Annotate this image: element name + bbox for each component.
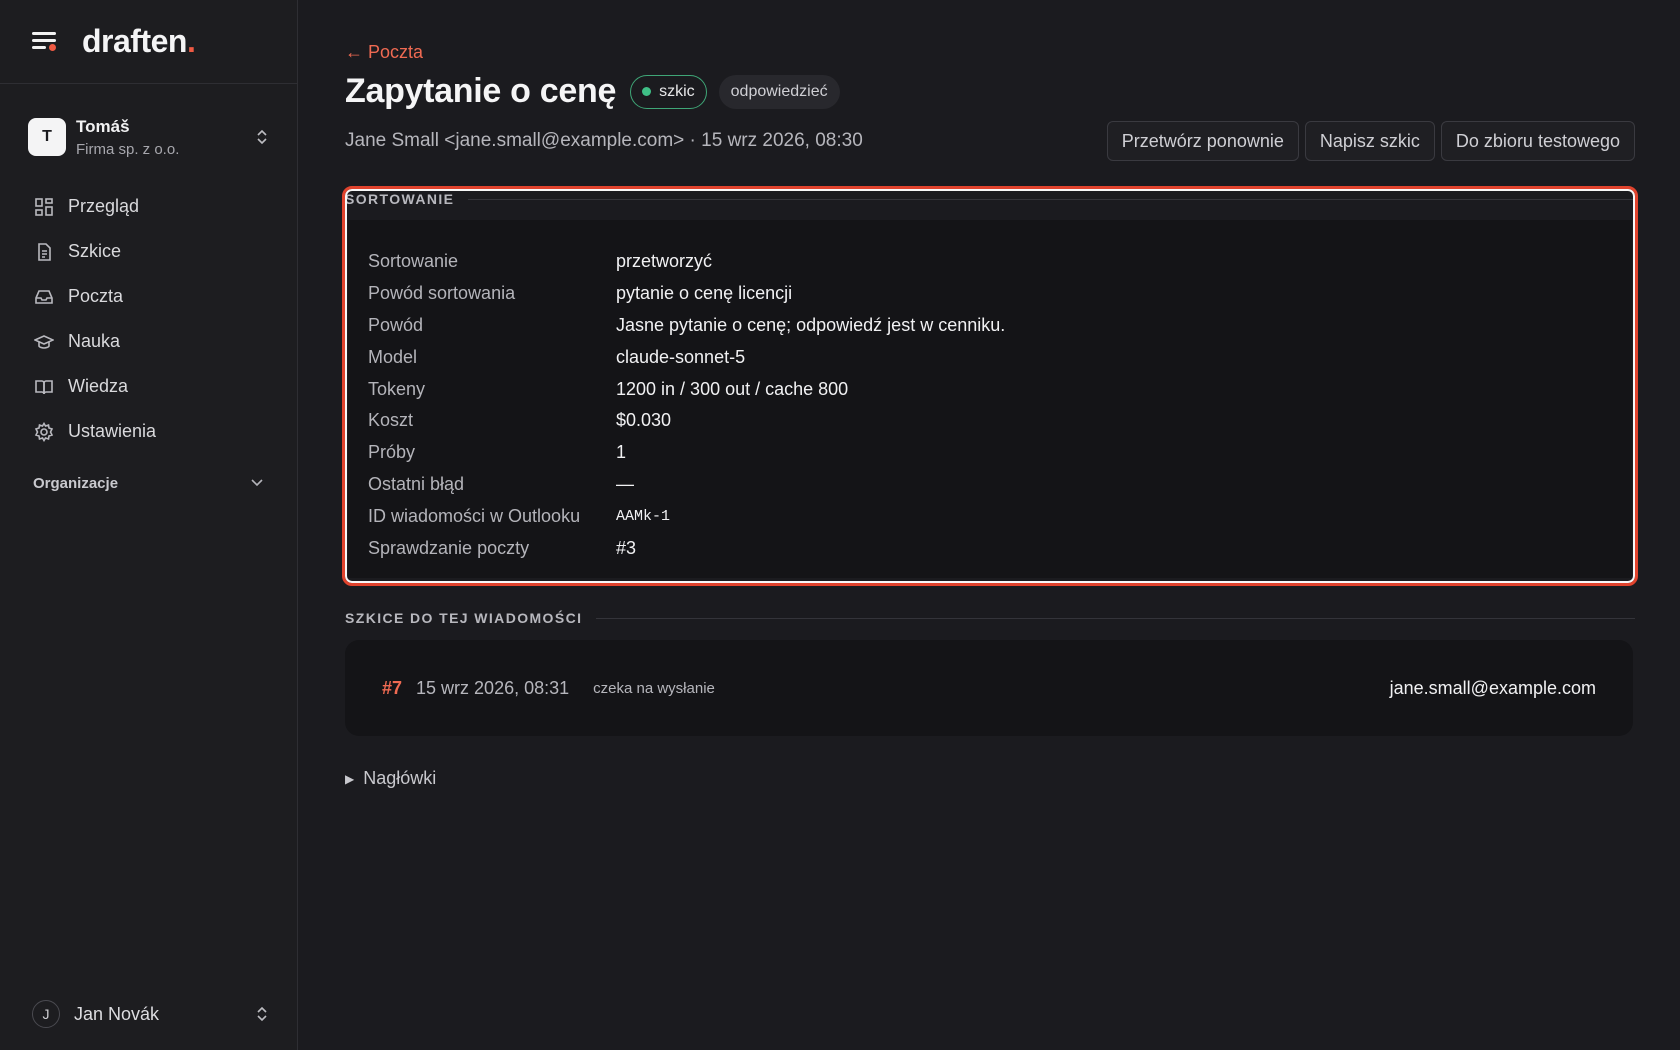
draft-status: czeka na wysłanie	[593, 679, 715, 697]
status-badge: szkic	[630, 74, 707, 109]
triangle-right-icon: ▶	[345, 771, 355, 786]
sidebar-nav: Przegląd Szkice Poczta Nauka Wiedza Usta…	[0, 184, 297, 454]
status-dot-icon	[642, 87, 652, 96]
sidebar: draften. T Tomáš Firma sp. z o.o. Przegl…	[0, 0, 298, 1050]
graduation-cap-icon	[34, 334, 54, 349]
sidebar-item-szkice[interactable]: Szkice	[0, 229, 297, 274]
sidebar-item-label: Szkice	[68, 241, 122, 261]
type-badge: odpowiedzieć	[718, 74, 840, 109]
highlight-outline	[342, 186, 1638, 586]
chevron-updown-icon	[257, 1006, 267, 1022]
user-name: Jan Novák	[74, 1003, 160, 1024]
org-switcher[interactable]: T Tomáš Firma sp. z o.o.	[0, 106, 297, 168]
back-link[interactable]: ← Poczta	[345, 42, 423, 63]
sidebar-item-label: Przegląd	[68, 196, 140, 216]
chevron-updown-icon	[257, 129, 267, 145]
sidebar-item-nauka[interactable]: Nauka	[0, 319, 297, 364]
title-row: Zapytanie o cenę szkic odpowiedzieć	[345, 72, 840, 111]
chevron-down-icon	[251, 479, 263, 487]
sidebar-item-ustawienia[interactable]: Ustawienia	[0, 409, 297, 454]
sidebar-item-wiedza[interactable]: Wiedza	[0, 364, 297, 409]
sidebar-item-przeglad[interactable]: Przegląd	[0, 184, 297, 229]
draft-recipient: jane.small@example.com	[1389, 677, 1596, 698]
book-icon	[35, 379, 53, 394]
draft-number[interactable]: #7	[382, 678, 402, 699]
draft-card[interactable]: #7 15 wrz 2026, 08:31 czeka na wysłanie …	[345, 640, 1633, 736]
user-menu[interactable]: J Jan Novák	[32, 1000, 269, 1028]
sidebar-item-label: Wiedza	[68, 376, 129, 396]
org-avatar: T	[28, 118, 66, 156]
reprocess-button[interactable]: Przetwórz ponownie	[1106, 121, 1299, 161]
sidebar-item-poczta[interactable]: Poczta	[0, 274, 297, 319]
brand: draften.	[0, 0, 297, 84]
page-title: Zapytanie o cenę	[345, 72, 617, 110]
draft-date: 15 wrz 2026, 08:31	[416, 677, 570, 698]
document-icon	[38, 242, 51, 261]
org-company: Firma sp. z o.o.	[76, 140, 180, 158]
write-draft-button[interactable]: Napisz szkic	[1304, 121, 1435, 161]
brand-logo[interactable]: draften.	[82, 23, 196, 60]
organizations-section-toggle[interactable]: Organizacje	[0, 470, 297, 496]
section-label: Organizacje	[33, 474, 119, 492]
sidebar-item-label: Poczta	[68, 286, 124, 306]
sidebar-item-label: Nauka	[68, 331, 121, 351]
grid-icon	[35, 197, 53, 216]
headers-toggle[interactable]: ▶ Nagłówki	[345, 768, 436, 789]
sidebar-item-label: Ustawienia	[68, 421, 157, 441]
message-meta: Jane Small <jane.small@example.com> · 15…	[345, 130, 863, 151]
add-to-test-set-button[interactable]: Do zbioru testowego	[1440, 121, 1635, 161]
action-buttons: Przetwórz ponownie Napisz szkic Do zbior…	[1106, 121, 1635, 161]
gear-icon	[34, 421, 54, 442]
inbox-icon	[35, 289, 53, 304]
avatar: J	[32, 1000, 60, 1028]
drafts-heading: SZKICE DO TEJ WIADOMOŚCI	[345, 610, 1635, 626]
menu-icon[interactable]	[32, 30, 60, 54]
org-name: Tomáš	[76, 116, 130, 136]
